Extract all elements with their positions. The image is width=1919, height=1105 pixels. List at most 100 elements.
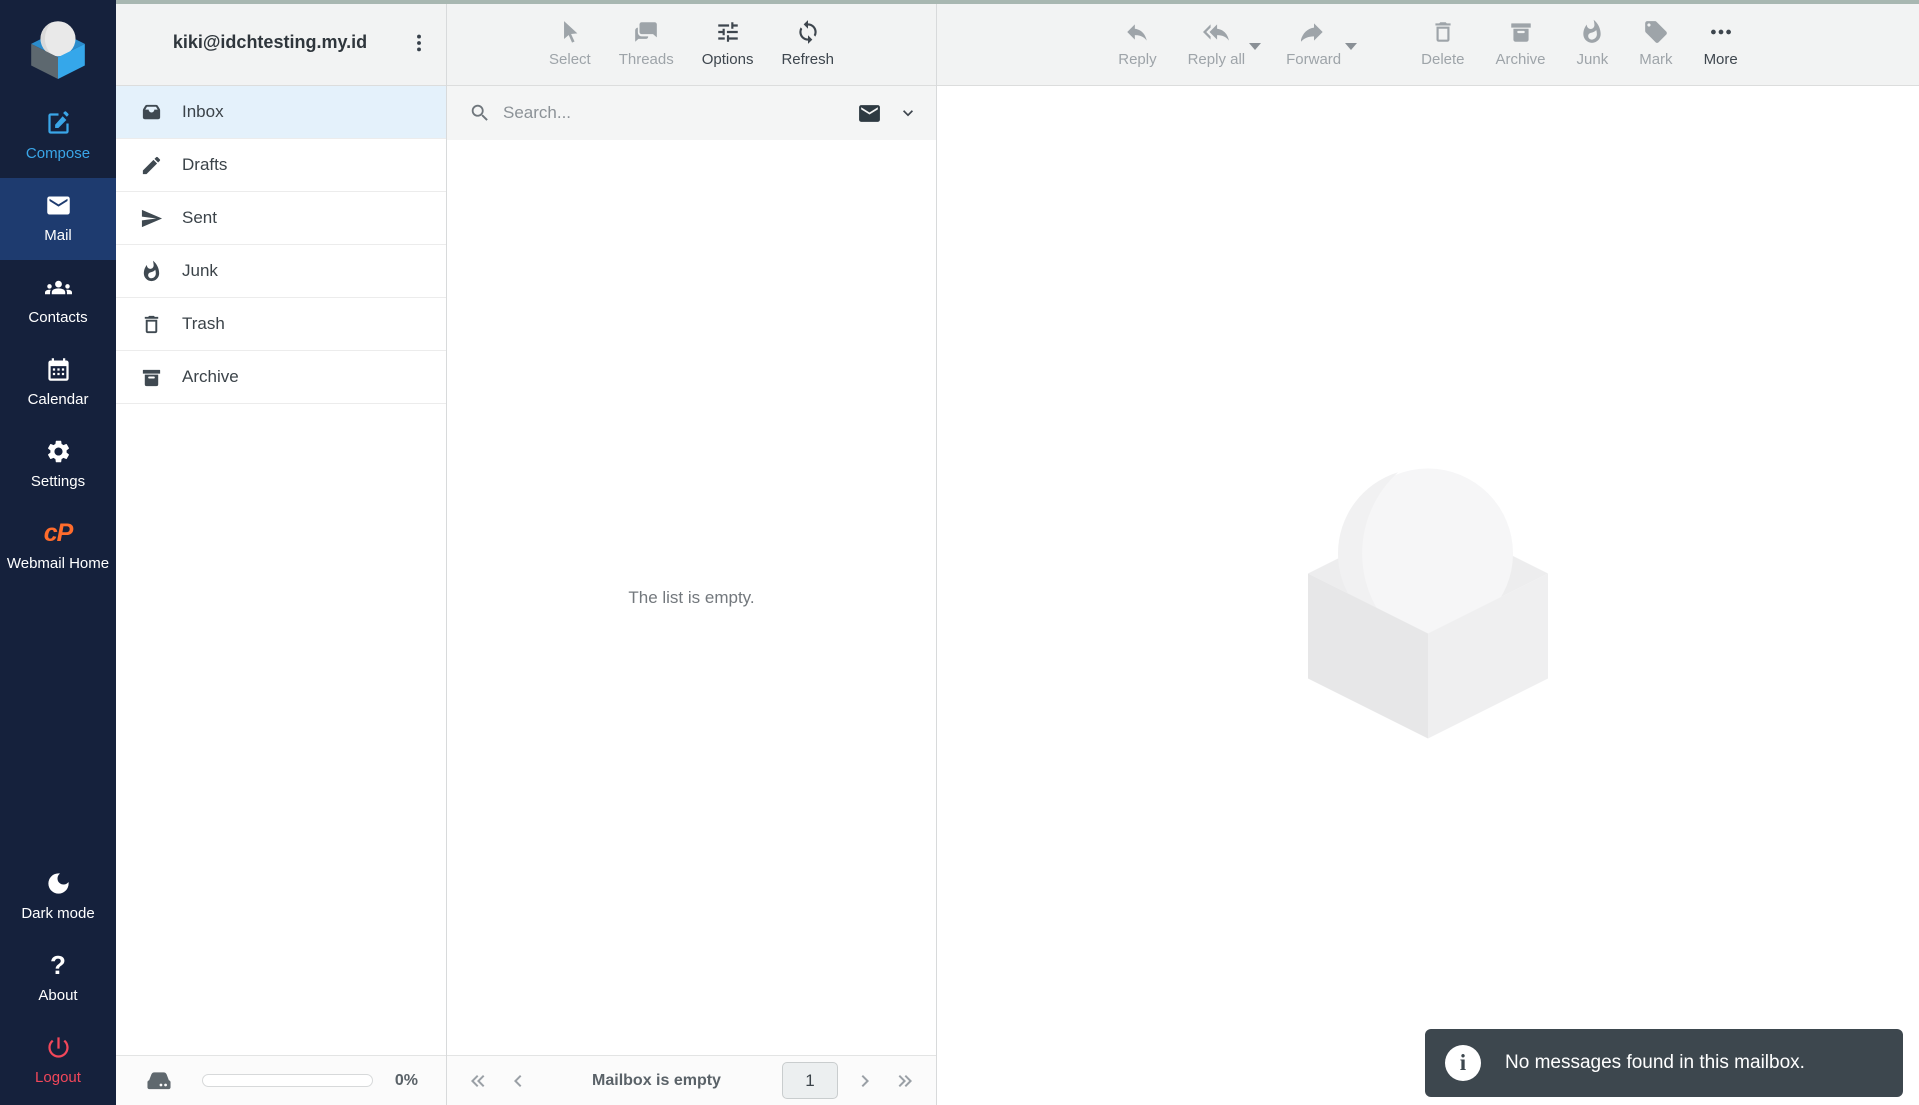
select-button[interactable]: Select (547, 17, 593, 68)
sidebar-item-calendar[interactable]: Calendar (0, 342, 116, 424)
sidebar-item-webmail-home[interactable]: cP Webmail Home (0, 506, 116, 588)
folder-item-inbox[interactable]: Inbox (116, 86, 446, 139)
folder-item-drafts[interactable]: Drafts (116, 139, 446, 192)
message-view-panel: Reply Reply all Forward Delete Archive J… (937, 0, 1919, 1105)
mail-icon (45, 192, 72, 219)
sidebar-item-label: Calendar (27, 391, 89, 408)
folder-item-sent[interactable]: Sent (116, 192, 446, 245)
folder-label: Trash (182, 314, 225, 333)
message-view-empty-area (937, 86, 1919, 1105)
info-icon: i (1445, 1045, 1481, 1081)
search-input[interactable] (503, 103, 843, 123)
sidebar-item-mail[interactable]: Mail (0, 178, 116, 260)
empty-list-message: The list is empty. (628, 587, 755, 607)
sidebar: Compose Mail Contacts Calendar Settings … (0, 0, 116, 1105)
sidebar-item-label: Dark mode (21, 905, 95, 922)
search-icon (469, 102, 491, 124)
chevron-right-icon (853, 1069, 877, 1093)
window-top-strip (116, 0, 1919, 4)
double-chevron-left-icon (466, 1069, 490, 1093)
folder-item-junk[interactable]: Junk (116, 245, 446, 298)
sidebar-item-logout[interactable]: Logout (0, 1020, 116, 1105)
trash-icon (140, 313, 163, 336)
sidebar-item-label: Mail (44, 227, 72, 244)
more-dots-icon (1708, 19, 1734, 45)
sidebar-item-label: About (38, 987, 78, 1004)
roundcube-logo-icon (31, 21, 85, 79)
folder-label: Archive (182, 367, 239, 386)
folder-panel: kiki@idchtesting.my.id Inbox Drafts Sent… (116, 0, 447, 1105)
flame-icon (140, 260, 163, 283)
power-icon (45, 1034, 72, 1061)
reply-icon (1124, 19, 1150, 45)
previous-page-button[interactable] (501, 1064, 535, 1098)
message-toolbar: Reply Reply all Forward Delete Archive J… (937, 0, 1919, 86)
sidebar-item-settings[interactable]: Settings (0, 424, 116, 506)
list-toolbar: Select Threads Options Refresh (447, 0, 936, 86)
reply-all-dropdown-caret[interactable] (1249, 43, 1262, 50)
forward-dropdown-caret[interactable] (1345, 43, 1358, 50)
account-email: kiki@idchtesting.my.id (172, 32, 368, 52)
archive-button[interactable]: Archive (1494, 17, 1548, 68)
mailbox-status-text: Mailbox is empty (592, 1071, 721, 1089)
folder-label: Junk (182, 261, 218, 280)
page-number-input[interactable] (782, 1062, 838, 1099)
folder-label: Inbox (182, 102, 224, 121)
refresh-icon (795, 19, 821, 45)
roundcube-logo (0, 0, 116, 96)
sidebar-item-label: Settings (30, 473, 86, 490)
double-chevron-right-icon (893, 1069, 917, 1093)
more-button[interactable]: More (1702, 17, 1740, 68)
sidebar-item-compose[interactable]: Compose (0, 96, 116, 178)
junk-button[interactable]: Junk (1575, 17, 1611, 68)
flame-icon (1579, 19, 1605, 45)
send-icon (140, 207, 163, 230)
sidebar-item-contacts[interactable]: Contacts (0, 260, 116, 342)
roundcube-watermark (1308, 468, 1548, 738)
sidebar-item-label: Compose (25, 145, 91, 162)
folder-label: Drafts (182, 155, 228, 174)
reply-all-icon (1203, 19, 1229, 45)
sidebar-item-about[interactable]: ? About (0, 938, 116, 1020)
list-pagination-bar: Mailbox is empty (447, 1055, 936, 1105)
sidebar-item-dark-mode[interactable]: Dark mode (0, 856, 116, 938)
folder-item-archive[interactable]: Archive (116, 351, 446, 404)
help-icon: ? (50, 950, 66, 980)
message-list-empty-area: The list is empty. (447, 140, 936, 1055)
sidebar-item-label: Logout (35, 1069, 81, 1086)
message-list-panel: Select Threads Options Refresh Search...… (447, 0, 937, 1105)
account-menu-button[interactable] (404, 26, 434, 60)
search-options-toggle[interactable] (896, 101, 920, 125)
archive-box-icon (1508, 19, 1534, 45)
chat-bubbles-icon (633, 19, 659, 45)
next-page-button[interactable] (848, 1064, 882, 1098)
kebab-menu-icon (408, 32, 430, 54)
pencil-icon (140, 154, 163, 177)
refresh-button[interactable]: Refresh (779, 17, 836, 68)
reply-button[interactable]: Reply (1116, 17, 1158, 68)
moon-icon (45, 870, 72, 897)
search-bar (447, 86, 936, 140)
search-scope-button[interactable] (855, 99, 884, 128)
storage-icon (144, 1068, 174, 1094)
trash-icon (1430, 19, 1456, 45)
toast-message: No messages found in this mailbox. (1505, 1052, 1805, 1073)
reply-all-button[interactable]: Reply all (1186, 17, 1262, 68)
sliders-icon (715, 19, 741, 45)
webmail-app: Compose Mail Contacts Calendar Settings … (0, 0, 1919, 1105)
contacts-icon (45, 274, 72, 301)
storage-quota-bar: 0% (116, 1055, 446, 1105)
cursor-icon (557, 19, 583, 45)
first-page-button[interactable] (461, 1064, 495, 1098)
delete-button[interactable]: Delete (1419, 17, 1466, 68)
options-button[interactable]: Options (700, 17, 756, 68)
archive-box-icon (140, 366, 163, 389)
folder-item-trash[interactable]: Trash (116, 298, 446, 351)
calendar-icon (45, 356, 72, 383)
mark-button[interactable]: Mark (1637, 17, 1674, 68)
cpanel-icon: cP (43, 519, 74, 547)
threads-button[interactable]: Threads (617, 17, 676, 68)
forward-button[interactable]: Forward (1284, 17, 1358, 68)
account-header: kiki@idchtesting.my.id (116, 0, 446, 86)
last-page-button[interactable] (888, 1064, 922, 1098)
